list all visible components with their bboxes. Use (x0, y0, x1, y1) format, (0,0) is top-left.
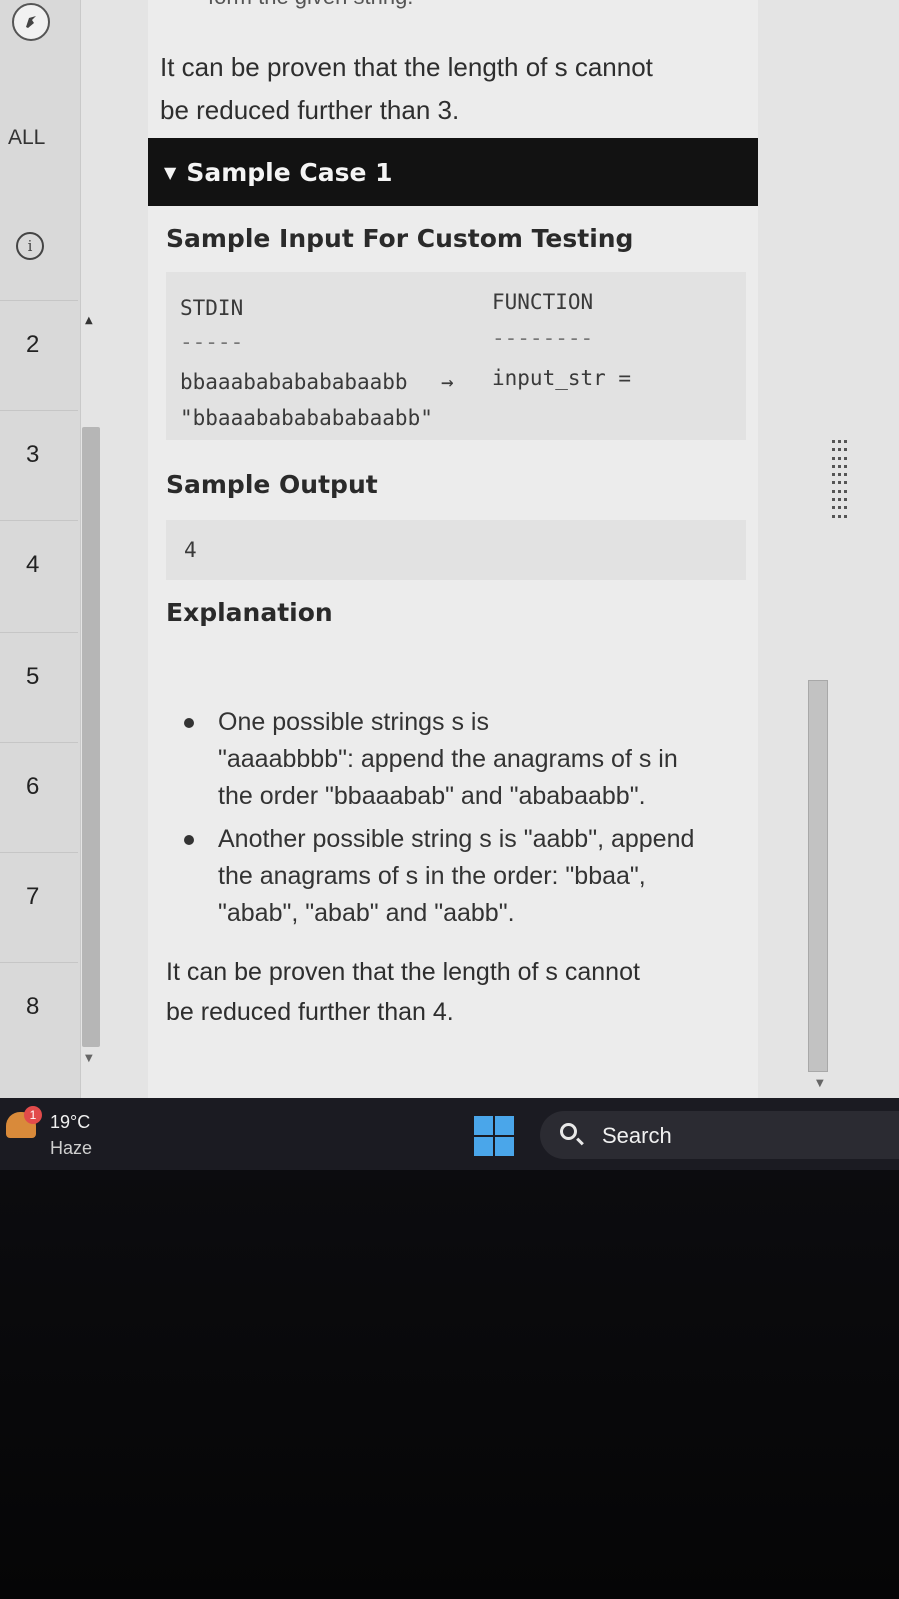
paragraph-line: be reduced further than 4. (166, 998, 454, 1026)
sidebar-item-question-5[interactable]: 5 (0, 632, 78, 743)
resize-grip-icon[interactable] (832, 440, 850, 520)
sidebar-item-question-6[interactable]: 6 (0, 742, 78, 853)
weather-condition[interactable]: Haze (50, 1138, 92, 1159)
arrow-glyph: → (441, 370, 454, 394)
paragraph-line: be reduced further than 3. (160, 95, 460, 125)
question-number: 4 (26, 551, 40, 578)
question-number: 8 (26, 993, 40, 1020)
bullet-dot (184, 718, 194, 728)
collapse-triangle-icon: ▼ (164, 162, 177, 182)
sidebar-scrollbar[interactable]: ▲ ▼ (80, 305, 102, 1085)
all-questions-tab[interactable]: ALL (8, 126, 45, 150)
question-number: 6 (26, 773, 40, 800)
search-label: Search (602, 1123, 672, 1148)
bullet-dot (184, 835, 194, 845)
sidebar-scrollbar-thumb[interactable] (82, 427, 100, 1047)
stdin-divider: ----- (180, 330, 244, 354)
windows-taskbar: 1 19°C Haze Search (0, 1098, 899, 1170)
list-item: Another possible string s is "aabb", app… (184, 821, 744, 932)
list-item-line: "aaaabbbb": append the anagrams of s in (218, 745, 678, 773)
scroll-up-arrow-icon[interactable]: ▲ (85, 315, 93, 326)
question-number: 2 (26, 331, 40, 358)
sample-input-heading: Sample Input For Custom Testing (166, 224, 634, 253)
taskbar-search-box[interactable]: Search (540, 1111, 899, 1159)
sidebar-item-question-8[interactable]: 8 (0, 962, 78, 1073)
content-scrollbar-thumb[interactable] (808, 680, 828, 1072)
list-item: One possible strings s is "aaaabbbb": ap… (184, 704, 744, 815)
windows-start-icon[interactable] (474, 1116, 514, 1156)
list-item-line: "abab", "abab" and "aabb". (218, 899, 515, 927)
sample-output-code-block: 4 (166, 520, 746, 580)
sample-input-code-block: STDIN FUNCTION ----- -------- bbaaababab… (166, 272, 746, 440)
scroll-down-arrow-icon[interactable]: ▼ (85, 1053, 93, 1064)
sample-output-value: 4 (184, 538, 197, 562)
list-item-line: Another possible string s is "aabb", app… (218, 825, 695, 853)
monitor-bezel (0, 1170, 899, 1599)
sample-case-toggle[interactable]: ▼ Sample Case 1 (148, 138, 758, 206)
question-number: 7 (26, 883, 40, 910)
stdin-header: STDIN (180, 296, 244, 320)
paragraph-line: It can be proven that the length of s ca… (160, 52, 653, 82)
notification-badge: 1 (24, 1106, 42, 1124)
list-item-line: the order "bbaaabab" and "ababaabb". (218, 782, 646, 810)
closing-paragraph: It can be proven that the length of s ca… (166, 952, 640, 1032)
function-header: FUNCTION (492, 290, 594, 314)
scroll-down-arrow-icon[interactable]: ▼ (816, 1078, 824, 1089)
list-item-line: the anagrams of s in the order: "bbaa", (218, 862, 646, 890)
sample-case-title: Sample Case 1 (186, 157, 393, 187)
question-number: 5 (26, 663, 40, 690)
function-value-continued: "bbaaabababababaabb" (180, 406, 433, 430)
sample-output-heading: Sample Output (166, 470, 378, 499)
explanation-list: One possible strings s is "aaaabbbb": ap… (184, 704, 744, 938)
question-sidebar: ALL i 2 3 4 5 6 7 8 (0, 0, 81, 1098)
problem-statement: form the given string. It can be proven … (148, 0, 758, 1098)
stdin-value: bbaaabababababaabb (180, 370, 408, 394)
sidebar-item-question-2[interactable]: 2 (0, 300, 78, 411)
cut-off-text: form the given string. (208, 0, 413, 10)
paragraph-line: It can be proven that the length of s ca… (166, 958, 640, 986)
function-divider: -------- (492, 326, 594, 350)
intro-paragraph: It can be proven that the length of s ca… (160, 46, 653, 132)
weather-temperature[interactable]: 19°C (50, 1112, 90, 1133)
sidebar-item-question-7[interactable]: 7 (0, 852, 78, 963)
hackerrank-logo-icon[interactable] (12, 3, 50, 41)
info-icon[interactable]: i (16, 232, 44, 260)
sidebar-item-question-4[interactable]: 4 (0, 520, 78, 631)
sidebar-item-question-3[interactable]: 3 (0, 410, 78, 521)
question-number: 3 (26, 441, 40, 468)
function-value: input_str = (492, 366, 632, 390)
explanation-heading: Explanation (166, 598, 333, 627)
list-item-line: One possible strings s is (218, 708, 489, 736)
browser-viewport: ALL i 2 3 4 5 6 7 8 ▲ ▼ form the given s… (0, 0, 899, 1098)
search-icon (560, 1123, 577, 1140)
content-scrollbar[interactable]: ▼ (808, 0, 830, 1098)
